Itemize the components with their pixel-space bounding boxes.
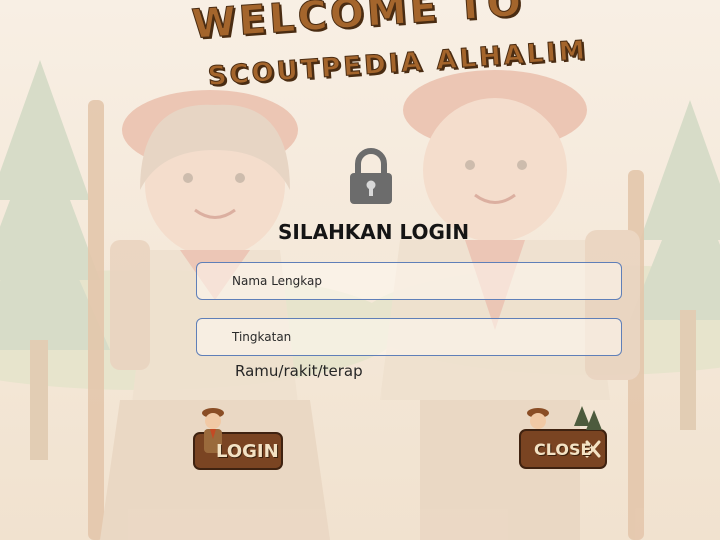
padlock-icon [350,148,392,204]
tingkatan-hint: Ramu/rakit/terap [235,362,363,380]
login-button-label: LOGIN [216,441,279,462]
pine-tree-icon [574,406,602,430]
nama-lengkap-placeholder: Nama Lengkap [232,274,322,288]
scout-mascot-icon [527,408,549,429]
nama-lengkap-field[interactable]: Nama Lengkap [196,262,622,300]
close-button-label: CLOSE [534,440,592,459]
tingkatan-field[interactable]: Tingkatan [196,318,622,356]
login-heading: SILAHKAN LOGIN [278,220,470,244]
close-button[interactable]: CLOSE [516,404,610,474]
login-button[interactable]: LOGIN [190,405,286,475]
tingkatan-placeholder: Tingkatan [232,330,292,344]
